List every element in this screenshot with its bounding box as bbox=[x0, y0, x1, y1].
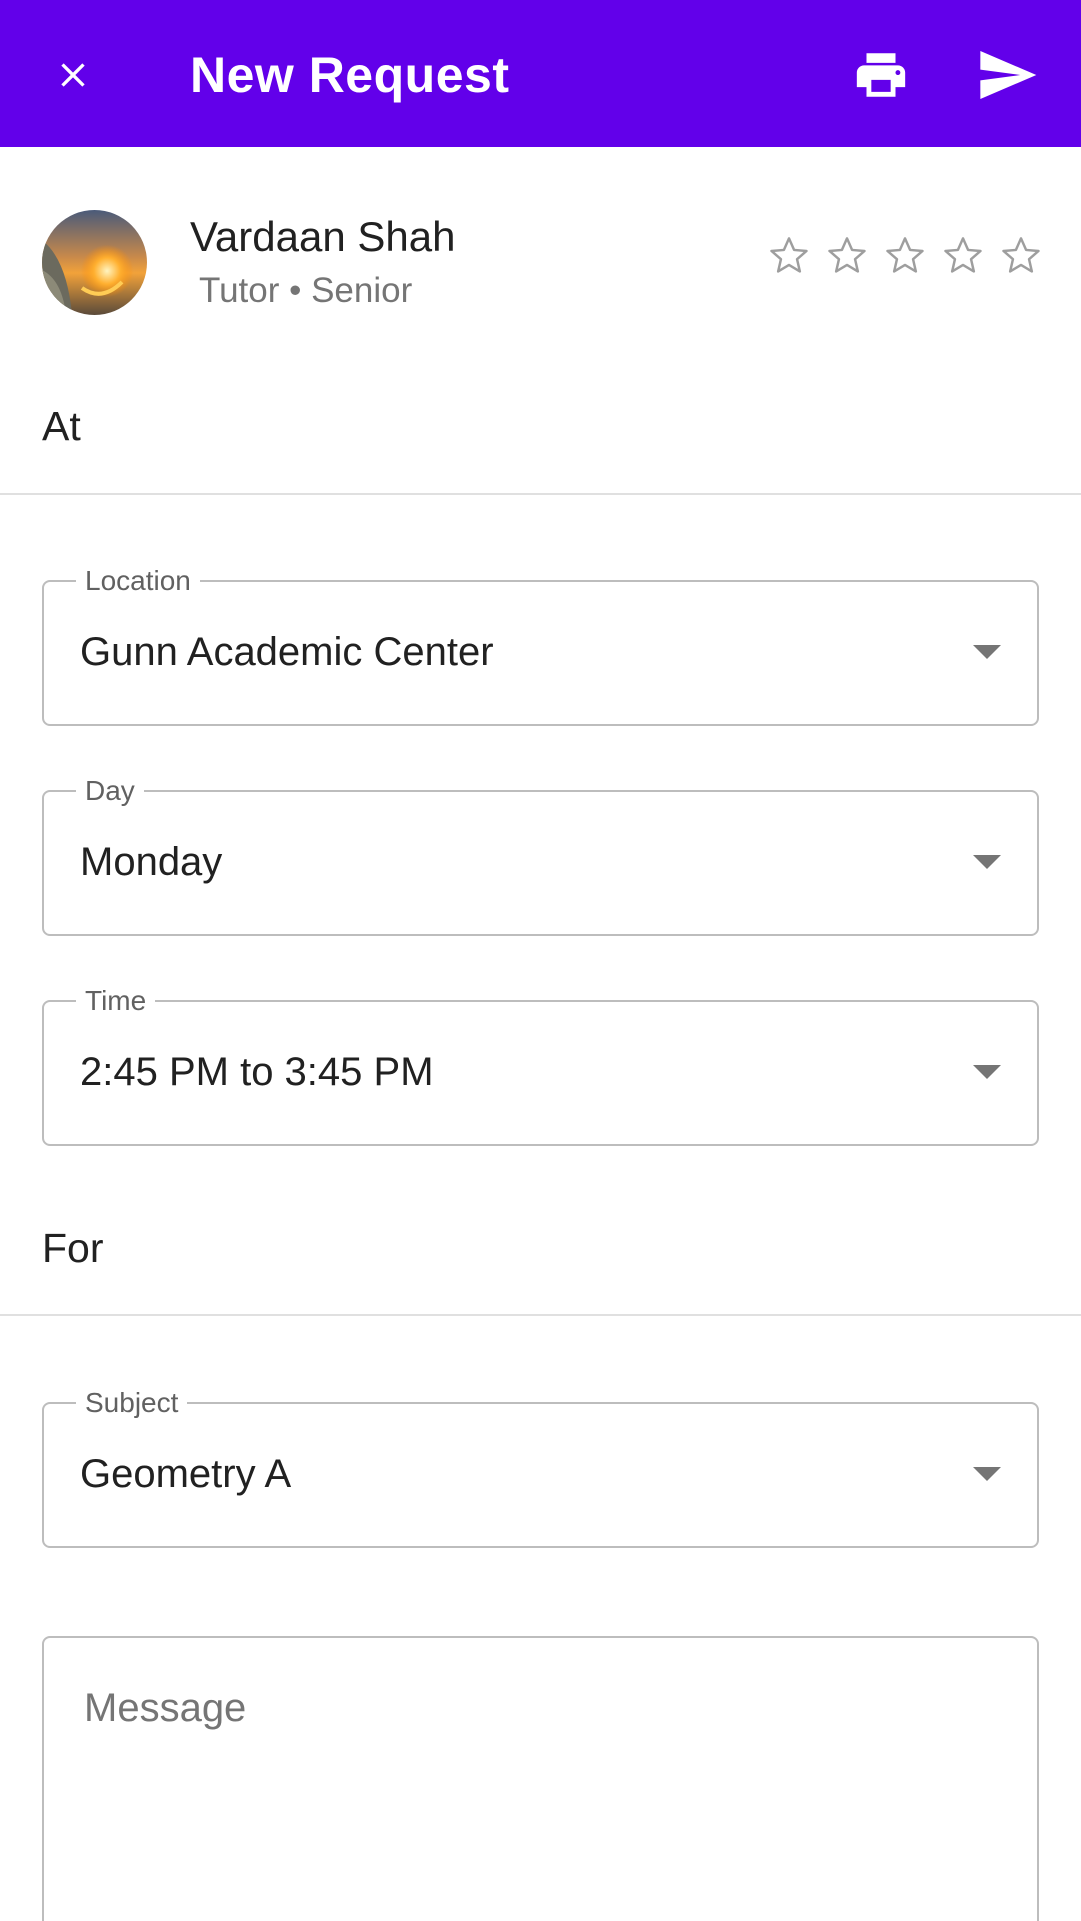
location-label: Location bbox=[76, 565, 200, 597]
rating-stars[interactable] bbox=[760, 232, 1050, 278]
star-icon[interactable] bbox=[760, 232, 818, 278]
section-label-for: For bbox=[42, 1225, 104, 1271]
dropdown-arrow-icon bbox=[973, 645, 1001, 659]
subject-select[interactable]: Subject Geometry A bbox=[42, 1387, 1039, 1548]
dropdown-arrow-icon bbox=[973, 855, 1001, 869]
subject-label: Subject bbox=[76, 1387, 188, 1419]
day-label: Day bbox=[76, 775, 144, 807]
section-label-at: At bbox=[42, 403, 81, 449]
message-textarea[interactable] bbox=[42, 1636, 1039, 1921]
star-icon[interactable] bbox=[876, 232, 934, 278]
dropdown-arrow-icon bbox=[973, 1467, 1001, 1481]
location-select[interactable]: Location Gunn Academic Center bbox=[42, 565, 1039, 726]
time-label: Time bbox=[76, 985, 156, 1017]
tutor-header: Vardaan Shah Tutor • Senior bbox=[0, 147, 1081, 367]
day-select[interactable]: Day Monday bbox=[42, 775, 1039, 936]
star-icon[interactable] bbox=[992, 232, 1050, 278]
app-bar: New Request bbox=[0, 0, 1081, 147]
dropdown-arrow-icon bbox=[973, 1065, 1001, 1079]
divider bbox=[0, 1314, 1081, 1316]
avatar bbox=[42, 210, 147, 315]
day-value: Monday bbox=[80, 840, 223, 884]
time-select[interactable]: Time 2:45 PM to 3:45 PM bbox=[42, 985, 1039, 1146]
tutor-name: Vardaan Shah bbox=[190, 213, 456, 260]
star-icon[interactable] bbox=[934, 232, 992, 278]
print-icon bbox=[856, 53, 906, 97]
close-button[interactable] bbox=[40, 42, 106, 108]
print-button[interactable] bbox=[848, 42, 914, 108]
send-icon bbox=[980, 51, 1037, 99]
divider bbox=[0, 493, 1081, 495]
subject-value: Geometry A bbox=[80, 1452, 292, 1496]
location-value: Gunn Academic Center bbox=[80, 630, 494, 674]
star-icon[interactable] bbox=[818, 232, 876, 278]
send-button[interactable] bbox=[972, 40, 1042, 110]
close-icon bbox=[61, 63, 85, 87]
tutor-subtitle: Tutor • Senior bbox=[199, 271, 413, 310]
time-value: 2:45 PM to 3:45 PM bbox=[80, 1050, 434, 1094]
page-title: New Request bbox=[190, 47, 510, 103]
